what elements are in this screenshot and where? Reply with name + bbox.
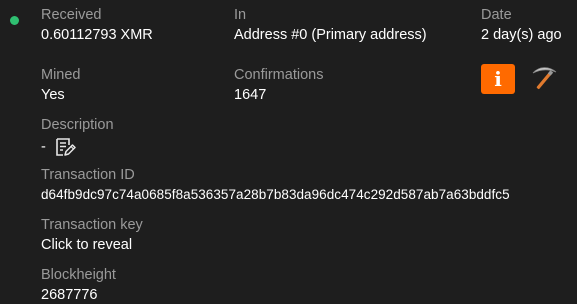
date-label: Date bbox=[481, 7, 512, 23]
date-value: 2 day(s) ago bbox=[481, 27, 562, 43]
confirmations-label: Confirmations bbox=[234, 67, 324, 83]
date-field: Date 2 day(s) ago bbox=[481, 6, 562, 44]
confirmations-value: 1647 bbox=[234, 87, 267, 103]
received-label: Received bbox=[41, 7, 102, 23]
received-amount: 0.60112793 XMR bbox=[41, 27, 153, 43]
reveal-transaction-key-link[interactable]: Click to reveal bbox=[41, 236, 143, 254]
mined-value: Yes bbox=[41, 87, 65, 103]
transaction-id-value[interactable]: d64fb9dc97c74a0685f8a536357a28b7b83da96d… bbox=[41, 186, 510, 204]
description-label: Description bbox=[41, 117, 114, 133]
transaction-id-label: Transaction ID bbox=[41, 167, 135, 183]
address-label: In bbox=[234, 7, 247, 23]
blockheight-label: Blockheight bbox=[41, 267, 116, 283]
description-field: Description - bbox=[41, 116, 114, 158]
description-value: - bbox=[41, 139, 46, 155]
transaction-key-label: Transaction key bbox=[41, 217, 143, 233]
status-indicator bbox=[10, 16, 19, 25]
transaction-key-field: Transaction key Click to reveal bbox=[41, 216, 143, 254]
info-icon: i bbox=[494, 67, 502, 91]
mined-field: Mined Yes bbox=[41, 66, 81, 104]
info-button[interactable]: i bbox=[481, 64, 515, 94]
received-field: Received 0.60112793 XMR bbox=[41, 6, 153, 44]
confirmations-field: Confirmations 1647 bbox=[234, 66, 323, 104]
address-value: Address #0 (Primary address) bbox=[234, 27, 427, 43]
blockheight-field: Blockheight 2687776 bbox=[41, 266, 116, 304]
edit-note-icon[interactable] bbox=[54, 136, 76, 158]
transaction-details-panel: Received 0.60112793 XMR In Address #0 (P… bbox=[0, 0, 577, 303]
pickaxe-icon bbox=[532, 67, 557, 90]
address-field: In Address #0 (Primary address) bbox=[234, 6, 427, 44]
mined-label: Mined bbox=[41, 67, 81, 83]
transaction-id-field: Transaction ID d64fb9dc97c74a0685f8a5363… bbox=[41, 166, 510, 204]
blockheight-value: 2687776 bbox=[41, 287, 98, 303]
